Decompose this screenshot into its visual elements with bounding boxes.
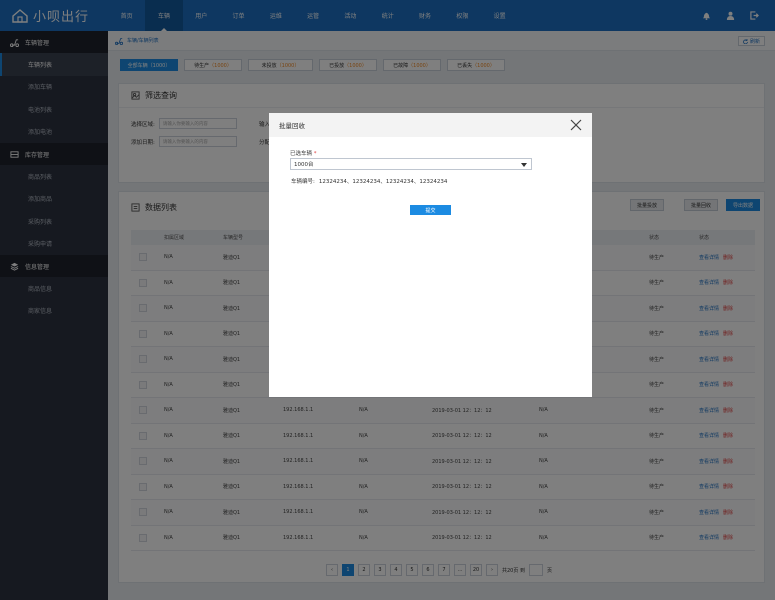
selected-vehicles-label: 已选车辆 * [290,151,317,157]
modal-title: 批量回收 [279,122,305,130]
vehicle-ids: 车辆编号: 12324234、12324234、12324234、1232423… [291,179,448,185]
selected-vehicles-select[interactable]: 1000台 [290,158,532,170]
modal-header: 批量回收 [269,113,592,137]
close-icon[interactable] [570,119,582,131]
batch-recall-modal: 批量回收 已选车辆 * 1000台 车辆编号: 12324234、1232423… [269,113,592,397]
submit-button[interactable]: 提交 [410,205,451,215]
caret-down-icon [521,163,527,167]
